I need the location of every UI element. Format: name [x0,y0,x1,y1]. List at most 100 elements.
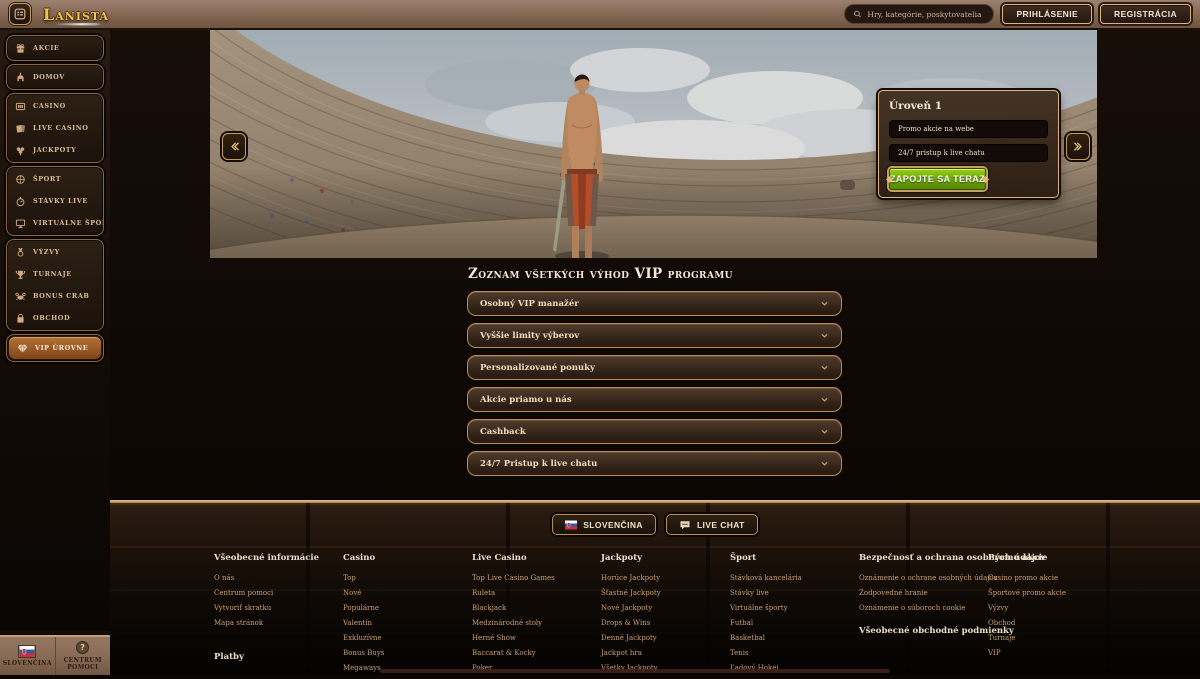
vip-level-panel: Úroveň 1 Promo akcie na webe24/7 pristup… [878,90,1059,198]
footer-link-top[interactable]: Top [343,574,472,582]
footer-link-top-live-casino-games[interactable]: Top Live Casino Games [472,574,601,582]
sidebar-item-bonus-crab[interactable]: BONUS CRAB [7,285,103,307]
accordion-label: Vyššie limity výberov [480,331,579,341]
sidebar-item-st-vky-live[interactable]: STÁVKY LIVE [7,190,103,212]
footer-link-hern-show[interactable]: Herné Show [472,634,601,642]
sidebar-item-label: LIVE CASINO [33,124,88,132]
sidebar-language-button[interactable]: SLOVENČINA [0,637,55,675]
footer-link-o-n-s[interactable]: O nás [214,574,343,582]
carousel-prev-button[interactable] [222,133,246,160]
sidebar-item-live-casino[interactable]: LIVE CASINO [7,117,103,139]
footer-link-basketbal[interactable]: Basketbal [730,634,859,642]
vip-benefit-24-7-pristup-k-live-chatu[interactable]: 24/7 Pristup k live chatu [467,451,842,476]
vip-benefit-cashback[interactable]: Cashback [467,419,842,444]
sidebar-item-port[interactable]: ŠPORT [7,168,103,190]
footer-link-bonus-buys[interactable]: Bonus Buys [343,649,472,657]
search-icon [853,9,862,19]
footer-link-v-zvy[interactable]: Výzvy [988,604,1117,612]
sidebar-language-label: SLOVENČINA [3,660,52,667]
footer-link-futbal[interactable]: Futbal [730,619,859,627]
trophy-icon [15,269,26,280]
login-button[interactable]: PRIHLÁSENIE [1002,4,1092,24]
footer-link-blackjack[interactable]: Blackjack [472,604,601,612]
level-perks: Promo akcie na webe24/7 pristup k live c… [889,120,1048,162]
footer-link-ruleta[interactable]: Ruleta [472,589,601,597]
join-now-button[interactable]: ZAPOJTE SA TERAZ [889,168,986,190]
footer-link-turnaje[interactable]: Turnaje [988,634,1117,642]
sidebar-item-jackpoty[interactable]: JACKPOTY [7,139,103,161]
footer-link-casino-promo-akcie[interactable]: Casino promo akcie [988,574,1117,582]
sidebar-group: CASINO LIVE CASINO JACKPOTY [6,93,104,163]
footer-link-jackpot-hra[interactable]: Jackpot hra [601,649,730,657]
chat-icon [679,519,691,531]
bag-icon [15,313,26,324]
horizontal-scrollbar[interactable] [380,669,890,673]
footer-link-columns: Všeobecné informácieO násCentrum pomociV… [214,553,1117,679]
menu-icon[interactable] [9,3,31,25]
vip-benefit-vy-ie-limity-v-berov[interactable]: Vyššie limity výberov [467,323,842,348]
logo-text: Lanista [43,5,109,24]
sidebar-help-button[interactable]: ? CENTRUM POMOCI [55,637,111,675]
sidebar-item-akcie[interactable]: AKCIE [7,37,103,59]
footer-column-promo-akcie: Promo akcieCasino promo akcieŠportové pr… [988,553,1117,679]
sidebar-item-label: STÁVKY LIVE [33,197,88,205]
search-bar[interactable] [844,4,994,24]
topbar: Lanista PRIHLÁSENIE REGISTRÁCIA [0,0,1200,30]
footer-link-nov-jackpoty[interactable]: Nové Jackpoty [601,604,730,612]
footer-link-centrum-pomoci[interactable]: Centrum pomoci [214,589,343,597]
footer-link-zodpovedn-hranie[interactable]: Zodpovedné hranie [859,589,988,597]
footer-link-virtu-lne-porty[interactable]: Virtuálne športy [730,604,859,612]
footer-link-drops-wins[interactable]: Drops & Wins [601,619,730,627]
gem-icon [17,343,28,354]
sidebar-item-vip-rovne[interactable]: VIP ÚROVNE [9,337,101,359]
footer-link-popul-rne[interactable]: Populárne [343,604,472,612]
footer-link-vip[interactable]: VIP [988,649,1117,657]
sidebar-item-v-zvy[interactable]: VÝZVY [7,241,103,263]
vip-benefits-list: Osobný VIP manažér Vyššie limity výberov P… [467,291,842,483]
footer-link-st-vky-live[interactable]: Stávky live [730,589,859,597]
carousel-next-button[interactable] [1066,133,1090,160]
footer-link-mapa-str-nok[interactable]: Mapa stránok [214,619,343,627]
footer-column-title: Jackpoty [601,553,730,563]
footer-link-vytvori-skratku[interactable]: Vytvoriť skratku [214,604,343,612]
footer-link-exkluz-vne[interactable]: Exkluzívne [343,634,472,642]
level-perk: 24/7 pristup k live chatu [889,144,1048,162]
sidebar-item-label: JACKPOTY [33,146,76,154]
footer-link-denn-jackpoty[interactable]: Denné Jackpoty [601,634,730,642]
slovak-flag-icon [19,646,35,657]
sidebar-item-casino[interactable]: CASINO [7,95,103,117]
footer-link-hor-ce-jackpoty[interactable]: Horúce Jackpoty [601,574,730,582]
footer-link-astn-jackpoty[interactable]: Šťastné Jackpoty [601,589,730,597]
sidebar-item-label: VÝZVY [33,248,60,256]
footer-column-title: Live Casino [472,553,601,563]
footer-column-title: Šport [730,553,859,563]
sidebar-item-virtu-lne-porty[interactable]: VIRTUÁLNE ŠPORTY [7,212,103,234]
vip-benefit-osobn-vip-mana-r[interactable]: Osobný VIP manažér [467,291,842,316]
vip-benefit-akcie-priamo-u-n-s[interactable]: Akcie priamo u nás [467,387,842,412]
sidebar-item-turnaje[interactable]: TURNAJE [7,263,103,285]
vip-benefit-personalizovan-ponuky[interactable]: Personalizované ponuky [467,355,842,380]
sidebar-item-label: ŠPORT [33,175,61,183]
footer-link-valent-n[interactable]: Valentín [343,619,472,627]
footer-link-portov-promo-akcie[interactable]: Športové promo akcie [988,589,1117,597]
sidebar-item-domov[interactable]: DOMOV [7,66,103,88]
footer-link-obchod[interactable]: Obchod [988,619,1117,627]
footer-link-ozn-menie-o-ochrane-osobn-ch-dajov[interactable]: Oznámenie o ochrane osobných údajov [859,574,988,582]
chevron-down-icon [820,331,829,340]
register-button[interactable]: REGISTRÁCIA [1100,4,1191,24]
footer-link-medzin-rodn-stoly[interactable]: Medzinárodné stoly [472,619,601,627]
footer-link-st-vkov-kancel-ria[interactable]: Stávková kancelária [730,574,859,582]
footer-language-button[interactable]: SLOVENČINA [552,514,656,535]
footer-link-tenis[interactable]: Tenis [730,649,859,657]
footer-column-title: Všeobecné obchodné podmienky [859,626,988,636]
live-chat-button[interactable]: LIVE CHAT [666,514,758,535]
search-input[interactable] [867,10,985,19]
footer-link-ozn-menie-o-s-boroch-cookie[interactable]: Oznámenie o súboroch cookie [859,604,988,612]
footer-link-baccarat-kocky[interactable]: Baccarat & Kocky [472,649,601,657]
sidebar-group: VÝZVY TURNAJEBONUS CRABOBCHOD [6,239,104,331]
footer-column-title: Platby [214,652,343,662]
logo[interactable]: Lanista [43,5,109,24]
sidebar-item-obchod[interactable]: OBCHOD [7,307,103,329]
footer-link-nov[interactable]: Nové [343,589,472,597]
sidebar-item-label: AKCIE [33,44,59,52]
